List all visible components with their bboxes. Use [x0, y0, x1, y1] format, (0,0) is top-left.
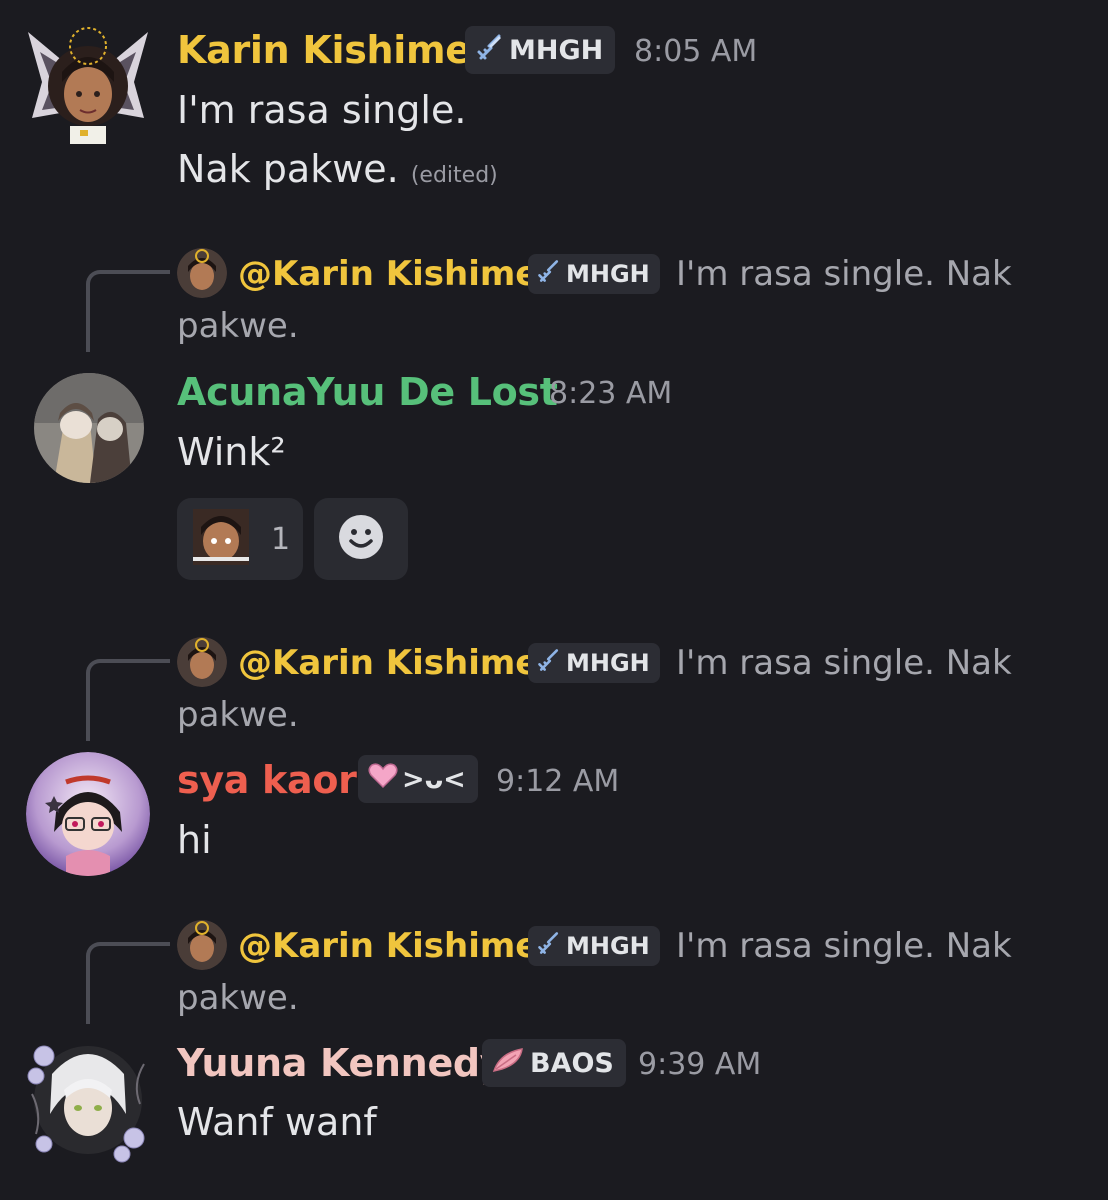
reply-mention[interactable]: @Karin Kishimei	[238, 926, 550, 966]
reply-avatar	[177, 248, 227, 298]
reply-preview-wrap[interactable]: pakwe.	[177, 695, 299, 735]
author-name[interactable]: Yuuna Kennedy	[177, 1041, 505, 1085]
role-tag[interactable]: >ᴗ<	[358, 755, 478, 803]
pink-heart-icon	[368, 762, 398, 796]
smiley-icon	[337, 513, 385, 565]
message-line: hi	[177, 818, 212, 862]
reply-preview[interactable]: I'm rasa single. Nak	[676, 926, 1012, 966]
reply-preview-wrap[interactable]: pakwe.	[177, 306, 299, 346]
role-tag[interactable]: MHGH	[465, 26, 616, 74]
reply-spine	[86, 270, 170, 352]
role-tag-label: BAOS	[530, 1047, 614, 1079]
reply-preview[interactable]: I'm rasa single. Nak	[676, 254, 1012, 294]
custom-emoji-icon	[193, 509, 249, 569]
reply-mention[interactable]: @Karin Kishimei	[238, 254, 550, 294]
message-line: Wanf wanf	[177, 1100, 377, 1144]
role-tag-label: >ᴗ<	[402, 763, 466, 795]
avatar-karin-kishimei[interactable]	[22, 22, 154, 154]
author-name[interactable]: Karin Kishimei	[177, 28, 484, 72]
edited-label: (edited)	[410, 163, 498, 188]
reply-role-tag: MHGH	[528, 926, 660, 966]
add-reaction-button[interactable]	[314, 498, 408, 580]
timestamp: 8:23 AM	[549, 376, 673, 411]
sword-icon	[475, 32, 505, 69]
author-name[interactable]: AcunaYuu De Lost	[177, 370, 558, 414]
reply-role-tag: MHGH	[528, 643, 660, 683]
timestamp: 9:12 AM	[496, 764, 620, 799]
reply-role-tag-label: MHGH	[566, 260, 650, 288]
reply-preview[interactable]: I'm rasa single. Nak	[676, 643, 1012, 683]
pink-feather-icon	[492, 1047, 526, 1080]
reaction-count: 1	[271, 521, 291, 557]
reply-role-tag: MHGH	[528, 254, 660, 294]
reply-spine	[86, 942, 170, 1024]
reply-preview-wrap[interactable]: pakwe.	[177, 978, 299, 1018]
reply-role-tag-label: MHGH	[566, 649, 650, 677]
avatar-acunayuu[interactable]	[34, 373, 144, 483]
avatar-yuuna-kennedy[interactable]	[22, 1034, 154, 1166]
sword-icon	[536, 647, 562, 679]
role-tag-label: MHGH	[509, 34, 604, 66]
role-tag[interactable]: BAOS	[482, 1039, 626, 1087]
reply-avatar	[177, 637, 227, 687]
reply-avatar	[177, 920, 227, 970]
avatar-sya-kaori[interactable]	[26, 752, 150, 876]
chat-message-list: Karin Kishimei MHGH 8:05 AM I'm rasa sin…	[0, 0, 1108, 1200]
sword-icon	[536, 930, 562, 962]
reply-role-tag-label: MHGH	[566, 932, 650, 960]
reply-spine	[86, 659, 170, 741]
timestamp: 9:39 AM	[638, 1047, 762, 1082]
reply-mention[interactable]: @Karin Kishimei	[238, 643, 550, 683]
reaction-chip[interactable]: 1	[177, 498, 303, 580]
timestamp: 8:05 AM	[634, 34, 758, 69]
author-name[interactable]: sya kaori	[177, 758, 370, 802]
message-line: I'm rasa single.	[177, 88, 467, 132]
sword-icon	[536, 258, 562, 290]
message-line: Nak pakwe. (edited)	[177, 147, 498, 191]
message-line: Wink²	[177, 430, 286, 474]
